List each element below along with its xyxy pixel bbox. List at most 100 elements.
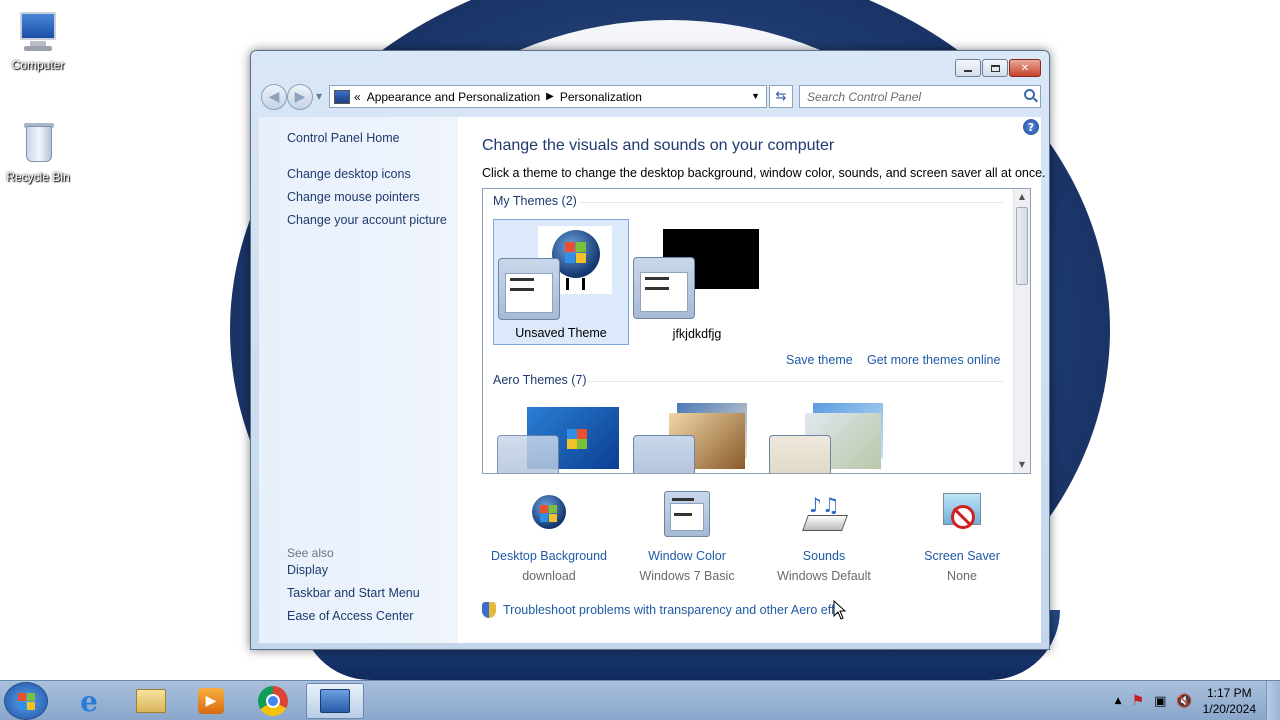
desktop-background-icon: [526, 491, 572, 537]
group-divider: [587, 381, 1003, 382]
theme-tile-jfkjdkdfjg[interactable]: jfkjdkdfjg: [629, 219, 765, 345]
sounds-label: Sounds: [802, 549, 846, 563]
start-button[interactable]: [4, 682, 48, 720]
my-themes-header[interactable]: My Themes (2): [493, 194, 577, 208]
change-mouse-pointers-link[interactable]: Change mouse pointers: [287, 190, 420, 204]
media-player-icon: ▶: [198, 688, 224, 714]
ease-of-access-link[interactable]: Ease of Access Center: [287, 609, 413, 623]
show-desktop-button[interactable]: [1266, 681, 1280, 720]
caption-buttons: ✕: [955, 59, 1041, 77]
task-pane: Control Panel Home Change desktop icons …: [259, 117, 458, 643]
navigation-bar: ◀ ▶ ▼ « Appearance and Personalization ▶…: [259, 83, 1041, 110]
clock-date: 1/20/2024: [1202, 702, 1256, 716]
theme-tile-aero-windows7[interactable]: [493, 399, 629, 473]
desktop-icon-recycle-bin[interactable]: Recycle Bin: [1, 120, 75, 184]
theme-tile-unsaved[interactable]: Unsaved Theme: [493, 219, 629, 345]
mouse-cursor-icon: [833, 600, 847, 620]
clock-time: 1:17 PM: [1206, 686, 1252, 700]
address-dropdown-icon[interactable]: ▼: [751, 91, 760, 101]
sounds-value: Windows Default: [777, 569, 871, 583]
page-subtitle: Click a theme to change the desktop back…: [482, 166, 1046, 180]
screen-saver-icon: [939, 491, 985, 537]
personalization-window: ✕ ◀ ▶ ▼ « Appearance and Personalization…: [250, 50, 1050, 650]
control-panel-icon: [320, 689, 350, 713]
theme-label: Unsaved Theme: [515, 326, 607, 340]
system-tray: ▲ ⚑ ▣ 🔇 1:17 PM 1/20/2024: [1115, 681, 1256, 720]
theme-tile-aero-characters[interactable]: [765, 399, 901, 473]
theme-tile-aero-architecture[interactable]: [629, 399, 765, 473]
scroll-thumb[interactable]: [1016, 207, 1028, 285]
main-content: ? Change the visuals and sounds on your …: [458, 117, 1046, 643]
display-link[interactable]: Display: [287, 563, 328, 577]
window-color-preview: [769, 435, 831, 473]
sounds-icon: ♪♫: [801, 491, 848, 537]
desktop-background-label: Desktop Background: [490, 549, 608, 563]
taskbar-explorer[interactable]: [122, 683, 180, 719]
breadcrumb-personalization[interactable]: Personalization: [560, 90, 642, 104]
taskbar-control-panel[interactable]: [306, 683, 364, 719]
screen-saver-button[interactable]: Screen Saver None: [894, 491, 1030, 583]
refresh-icon: ⇆: [775, 89, 787, 104]
change-desktop-icons-link[interactable]: Change desktop icons: [287, 167, 411, 181]
taskbar-internet-explorer[interactable]: e: [60, 683, 118, 719]
theme-list: My Themes (2) Unsaved Theme jfkjdkdfjg S…: [482, 188, 1031, 474]
maximize-button[interactable]: [982, 59, 1008, 77]
windows-logo-icon: [18, 693, 36, 711]
see-also-label: See also: [287, 546, 334, 560]
control-panel-home-link[interactable]: Control Panel Home: [287, 131, 400, 145]
volume-muted-icon[interactable]: 🔇: [1176, 694, 1192, 709]
show-hidden-icons-icon[interactable]: ▲: [1115, 696, 1122, 706]
action-center-flag-icon[interactable]: ⚑: [1132, 693, 1145, 709]
desktop-background-value: download: [522, 569, 576, 583]
control-panel-icon: [334, 89, 350, 104]
sounds-button[interactable]: ♪♫ Sounds Windows Default: [756, 491, 892, 583]
maximize-icon: [990, 64, 1000, 72]
internet-explorer-icon: e: [80, 684, 98, 718]
screen-saver-value: None: [947, 569, 977, 583]
theme-list-scrollbar[interactable]: ▲ ▼: [1013, 189, 1030, 473]
get-more-themes-link[interactable]: Get more themes online: [867, 353, 1000, 367]
close-icon: ✕: [1020, 62, 1030, 74]
change-account-picture-link[interactable]: Change your account picture: [287, 213, 447, 227]
desktop-icon-computer[interactable]: Computer: [1, 8, 75, 72]
window-color-preview: [633, 435, 695, 473]
minimize-button[interactable]: [955, 59, 981, 77]
scroll-up-icon[interactable]: ▲: [1014, 189, 1030, 205]
window-color-button[interactable]: Window Color Windows 7 Basic: [619, 491, 755, 583]
aero-themes-header[interactable]: Aero Themes (7): [493, 373, 587, 387]
search-input[interactable]: Search Control Panel: [799, 85, 1041, 108]
window-color-icon: [664, 491, 710, 537]
network-icon[interactable]: ▣: [1154, 694, 1166, 709]
address-overflow[interactable]: «: [354, 90, 361, 104]
breadcrumb-separator-icon[interactable]: ▶: [546, 91, 554, 102]
taskbar-media-player[interactable]: ▶: [182, 683, 240, 719]
recycle-bin-icon: [14, 120, 62, 168]
window-color-preview: [497, 435, 559, 473]
back-button[interactable]: ◀: [261, 84, 287, 110]
theme-label: jfkjdkdfjg: [672, 327, 722, 341]
desktop-background-button[interactable]: Desktop Background download: [481, 491, 617, 583]
computer-icon: [14, 8, 62, 56]
clock[interactable]: 1:17 PM 1/20/2024: [1203, 685, 1256, 717]
screen-saver-label: Screen Saver: [924, 549, 1000, 563]
recent-pages-dropdown[interactable]: ▼: [316, 92, 322, 101]
search-icon[interactable]: [1024, 89, 1035, 100]
desktop-icon-label: Recycle Bin: [6, 170, 70, 184]
refresh-button[interactable]: ⇆: [769, 85, 793, 108]
save-theme-link[interactable]: Save theme: [786, 353, 853, 367]
close-button[interactable]: ✕: [1009, 59, 1041, 77]
scroll-down-icon[interactable]: ▼: [1014, 457, 1030, 473]
window-color-value: Windows 7 Basic: [639, 569, 735, 583]
window-color-preview: [633, 257, 695, 319]
taskbar-chrome[interactable]: [244, 683, 302, 719]
taskbar-start-menu-link[interactable]: Taskbar and Start Menu: [287, 586, 420, 600]
desktop-icon-label: Computer: [11, 58, 65, 72]
breadcrumb-appearance[interactable]: Appearance and Personalization: [367, 90, 540, 104]
address-bar[interactable]: « Appearance and Personalization ▶ Perso…: [329, 85, 767, 108]
troubleshoot-label: Troubleshoot problems with transparency …: [503, 603, 842, 617]
group-divider: [579, 202, 1003, 203]
forward-button[interactable]: ▶: [287, 84, 313, 110]
help-icon[interactable]: ?: [1023, 119, 1039, 135]
troubleshoot-link[interactable]: Troubleshoot problems with transparency …: [482, 602, 841, 618]
window-color-label: Window Color: [648, 549, 726, 563]
